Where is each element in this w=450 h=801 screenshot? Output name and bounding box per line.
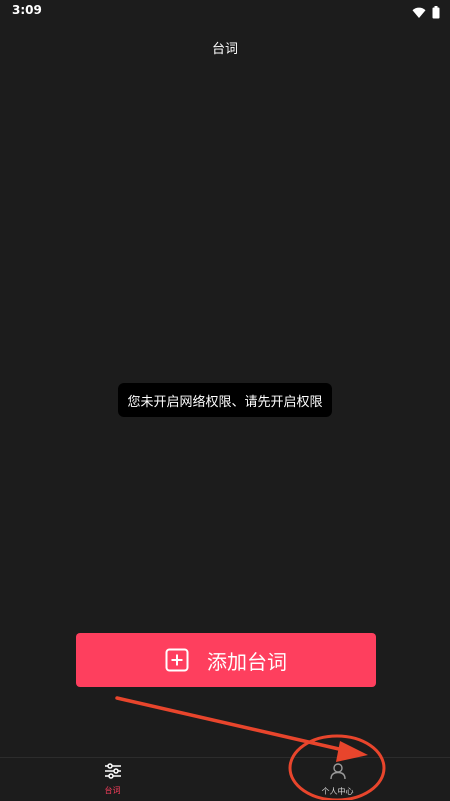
status-bar: 3:09 xyxy=(0,0,450,24)
tab-lines[interactable]: 台词 xyxy=(0,758,225,801)
annotation-arrow xyxy=(115,696,354,754)
bottom-tab-bar: 台词 个人中心 xyxy=(0,757,450,801)
add-lines-label: 添加台词 xyxy=(207,649,287,674)
tab-profile-label: 个人中心 xyxy=(321,787,354,796)
plus-square-icon xyxy=(165,648,189,672)
add-lines-button[interactable]: 添加台词 xyxy=(76,633,376,687)
permission-toast: 您未开启网络权限、请先开启权限 xyxy=(118,383,332,417)
wifi-icon xyxy=(412,4,426,23)
tab-lines-label: 台词 xyxy=(104,786,121,795)
person-icon xyxy=(329,762,347,784)
sliders-icon xyxy=(104,763,122,783)
status-time: 3:09 xyxy=(12,3,42,17)
battery-icon xyxy=(432,4,440,23)
page-title: 台词 xyxy=(211,42,238,57)
tab-profile[interactable]: 个人中心 xyxy=(225,758,450,801)
status-icons xyxy=(412,4,440,23)
